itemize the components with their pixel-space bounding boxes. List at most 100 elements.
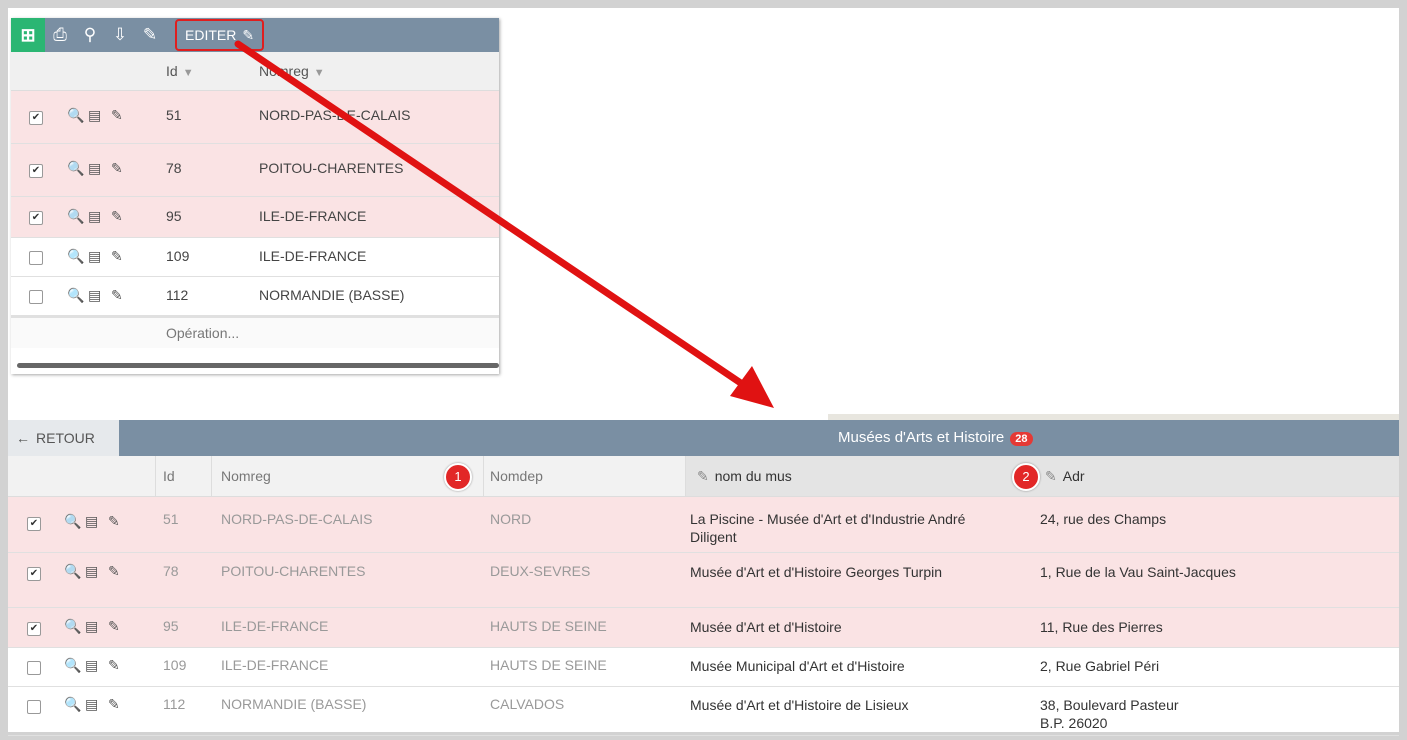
filter-icon[interactable]: ▼ — [183, 67, 194, 79]
document-icon[interactable]: ▤ — [85, 563, 98, 580]
view-icon[interactable]: 🔍 — [64, 696, 81, 713]
document-icon[interactable]: ▤ — [88, 248, 101, 265]
add-row-icon[interactable]: ⊞ — [11, 18, 45, 52]
edit-row-icon[interactable]: ✎ — [111, 287, 123, 304]
screenshot-canvas: ⊞ ⎙ ⚲ ⇩ ✎ EDITER ✎ Id ▼ Nomreg ▼ ✔ 🔍 ▤ ✎ 5… — [8, 8, 1399, 736]
cell-nomdep: CALVADOS — [490, 696, 565, 712]
cell-id: 78 — [166, 160, 182, 176]
row-checkbox[interactable]: ✔ — [27, 622, 41, 636]
table-row[interactable]: ✔ 🔍 ▤ ✎ 51 NORD-PAS-DE-CALAIS NORD La Pi… — [8, 497, 1399, 553]
row-checkbox[interactable]: ✔ — [27, 567, 41, 581]
column-header-nomreg[interactable]: Nomreg — [221, 468, 271, 484]
column-header-nomreg[interactable]: Nomreg ▼ — [259, 63, 325, 79]
cell-nom-du-mus[interactable]: La Piscine - Musée d'Art et d'Industrie … — [690, 510, 965, 546]
document-icon[interactable]: ▤ — [85, 618, 98, 635]
column-header-adr[interactable]: ✎ Adr — [1045, 468, 1085, 485]
cell-nomreg: ILE-DE-FRANCE — [221, 657, 329, 673]
document-icon[interactable]: ▤ — [85, 696, 98, 713]
filter-icon[interactable]: ▼ — [314, 67, 325, 79]
document-icon[interactable]: ▤ — [85, 657, 98, 674]
row-checkbox[interactable] — [29, 290, 43, 304]
table-row[interactable]: ✔ 🔍 ▤ ✎ 95 ILE-DE-FRANCE — [11, 197, 499, 238]
regions-grid: ⊞ ⎙ ⚲ ⇩ ✎ EDITER ✎ Id ▼ Nomreg ▼ ✔ 🔍 ▤ ✎ 5… — [11, 18, 499, 374]
table-row[interactable]: 🔍 ▤ ✎ 109 ILE-DE-FRANCE — [11, 238, 499, 277]
table-row[interactable]: 🔍 ▤ ✎ 112 NORMANDIE (BASSE) CALVADOS Mus… — [8, 687, 1399, 736]
cell-nomreg: POITOU-CHARENTES — [259, 160, 404, 176]
view-icon[interactable]: 🔍 — [67, 248, 84, 265]
edit-row-icon[interactable]: ✎ — [111, 248, 123, 265]
cell-adr[interactable]: 11, Rue des Pierres — [1040, 618, 1163, 636]
back-button-label: RETOUR — [36, 430, 95, 446]
edit-row-icon[interactable]: ✎ — [108, 563, 120, 580]
view-icon[interactable]: 🔍 — [67, 208, 84, 225]
row-checkbox[interactable]: ✔ — [27, 517, 41, 531]
cell-text-line: 38, Boulevard Pasteur — [1040, 697, 1179, 713]
edit-row-icon[interactable]: ✎ — [108, 696, 120, 713]
cell-adr[interactable]: 38, Boulevard Pasteur B.P. 26020 — [1040, 696, 1179, 732]
view-icon[interactable]: 🔍 — [67, 287, 84, 304]
view-icon[interactable]: 🔍 — [67, 107, 84, 124]
edit-row-icon[interactable]: ✎ — [111, 208, 123, 225]
row-checkbox[interactable] — [27, 661, 41, 675]
edit-rows-icon[interactable]: ✎ — [135, 25, 165, 45]
search-edit-icon[interactable]: ⚲ — [75, 25, 105, 45]
cell-adr[interactable]: 1, Rue de la Vau Saint-Jacques — [1040, 563, 1236, 581]
row-checkbox[interactable]: ✔ — [29, 211, 43, 225]
document-icon[interactable]: ▤ — [88, 287, 101, 304]
row-checkbox[interactable] — [27, 700, 41, 714]
edit-row-icon[interactable]: ✎ — [108, 618, 120, 635]
document-icon[interactable]: ▤ — [88, 208, 101, 225]
back-button[interactable]: ← RETOUR — [8, 420, 119, 456]
printer-icon[interactable]: ⎙ — [45, 25, 75, 45]
column-header-nomreg-label: Nomreg — [259, 63, 309, 79]
table-row[interactable]: ✔ 🔍 ▤ ✎ 51 NORD-PAS-DE-CALAIS — [11, 91, 499, 144]
view-icon[interactable]: 🔍 — [64, 563, 81, 580]
cell-adr[interactable]: 2, Rue Gabriel Péri — [1040, 657, 1159, 675]
edit-button[interactable]: EDITER ✎ — [175, 19, 265, 51]
cell-id: 95 — [163, 618, 179, 634]
cell-text-line: La Piscine - Musée d'Art et d'Industrie … — [690, 511, 966, 527]
cell-text-line: B.P. 26020 — [1040, 715, 1108, 731]
document-icon[interactable]: ▤ — [88, 160, 101, 177]
table-row[interactable]: 🔍 ▤ ✎ 109 ILE-DE-FRANCE HAUTS DE SEINE M… — [8, 648, 1399, 687]
arrow-left-icon: ← — [16, 430, 30, 446]
column-header-id-label: Id — [166, 63, 178, 79]
row-checkbox[interactable]: ✔ — [29, 111, 43, 125]
cell-nomdep: NORD — [490, 511, 532, 527]
museums-toolbar: ← RETOUR Musées d'Arts et Histoire 28 — [8, 420, 1399, 456]
column-header-id[interactable]: Id — [163, 468, 175, 484]
table-row[interactable]: ✔ 🔍 ▤ ✎ 95 ILE-DE-FRANCE HAUTS DE SEINE … — [8, 608, 1399, 648]
grid-toolbar: ⊞ ⎙ ⚲ ⇩ ✎ EDITER ✎ — [11, 18, 499, 52]
table-row[interactable]: ✔ 🔍 ▤ ✎ 78 POITOU-CHARENTES DEUX-SEVRES … — [8, 553, 1399, 608]
operation-row[interactable]: Opération... — [11, 316, 499, 348]
column-header-nom-du-mus[interactable]: ✎ nom du mus — [697, 468, 792, 485]
cell-nom-du-mus[interactable]: Musée Municipal d'Art et d'Histoire — [690, 657, 905, 675]
horizontal-scrollbar[interactable] — [17, 363, 499, 368]
cell-nom-du-mus[interactable]: Musée d'Art et d'Histoire de Lisieux — [690, 696, 909, 714]
view-icon[interactable]: 🔍 — [67, 160, 84, 177]
marker-two: 2 — [1012, 463, 1040, 491]
cell-nom-du-mus[interactable]: Musée d'Art et d'Histoire Georges Turpin — [690, 563, 942, 581]
column-divider — [211, 456, 212, 496]
document-icon[interactable]: ▤ — [85, 513, 98, 530]
edit-row-icon[interactable]: ✎ — [108, 513, 120, 530]
row-checkbox[interactable]: ✔ — [29, 164, 43, 178]
document-icon[interactable]: ▤ — [88, 107, 101, 124]
museums-grid: ← RETOUR Musées d'Arts et Histoire 28 Id … — [8, 420, 1399, 736]
view-icon[interactable]: 🔍 — [64, 513, 81, 530]
edit-row-icon[interactable]: ✎ — [111, 160, 123, 177]
cell-nom-du-mus[interactable]: Musée d'Art et d'Histoire — [690, 618, 842, 636]
view-icon[interactable]: 🔍 — [64, 618, 81, 635]
edit-row-icon[interactable]: ✎ — [108, 657, 120, 674]
view-icon[interactable]: 🔍 — [64, 657, 81, 674]
export-icon[interactable]: ⇩ — [105, 25, 135, 45]
column-header-id[interactable]: Id ▼ — [166, 63, 194, 79]
cell-nomdep: DEUX-SEVRES — [490, 563, 591, 579]
row-checkbox[interactable] — [29, 251, 43, 265]
table-row[interactable]: 🔍 ▤ ✎ 112 NORMANDIE (BASSE) — [11, 277, 499, 316]
cell-id: 112 — [166, 287, 189, 303]
column-header-nomdep[interactable]: Nomdep — [490, 468, 543, 484]
cell-adr[interactable]: 24, rue des Champs — [1040, 510, 1166, 528]
table-row[interactable]: ✔ 🔍 ▤ ✎ 78 POITOU-CHARENTES — [11, 144, 499, 197]
edit-row-icon[interactable]: ✎ — [111, 107, 123, 124]
